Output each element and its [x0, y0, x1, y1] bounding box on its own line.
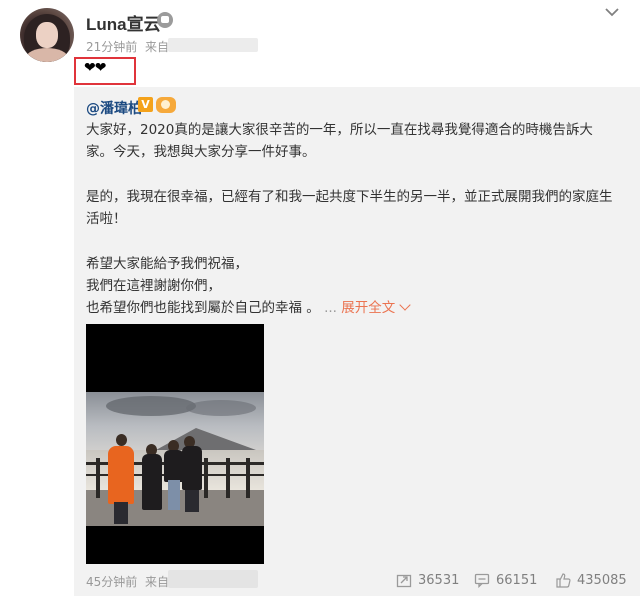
- comment-count: 66151: [496, 572, 538, 588]
- repost-line-3c: 也希望你們也能找到屬於自己的幸福 。: [86, 300, 320, 316]
- forward-button[interactable]: 36531: [396, 571, 459, 589]
- avatar[interactable]: [20, 8, 74, 62]
- repost-paragraph-1: 大家好，2020真的是讓大家很辛苦的一年，所以一直在找尋我覺得適合的時機告訴大家…: [86, 122, 593, 160]
- photo-post: [246, 458, 250, 498]
- ellipsis: ...: [324, 300, 337, 316]
- photo-post: [226, 458, 230, 498]
- photo-person-dark: [164, 450, 184, 482]
- photo-person-legs: [185, 490, 199, 512]
- expand-label[interactable]: 展开全文: [341, 300, 395, 316]
- post-source-redacted: [168, 38, 258, 52]
- repost-line-3b: 我們在這裡謝謝你們，: [86, 278, 221, 294]
- photo-post: [204, 458, 208, 498]
- expand-full-text-link[interactable]: 展开全文: [341, 299, 411, 316]
- post-source-label: 来自: [145, 40, 170, 54]
- chevron-down-icon[interactable]: [399, 299, 411, 311]
- comment-button[interactable]: 66151: [474, 571, 537, 589]
- avatar-face: [36, 22, 58, 48]
- chevron-down-icon[interactable]: [604, 4, 620, 20]
- avatar-shoulder: [26, 48, 68, 62]
- post-content: ❤❤: [84, 60, 106, 76]
- photo-person-legs: [114, 502, 128, 524]
- photo-cloud: [106, 396, 196, 416]
- repost-line-3c-wrap: 也希望你們也能找到屬於自己的幸福 。 ... 展开全文: [86, 297, 616, 319]
- photo-person-orange: [108, 446, 134, 504]
- post-photo[interactable]: [86, 324, 264, 564]
- forward-count: 36531: [418, 572, 460, 588]
- repost-paragraph-3: 希望大家能給予我們祝福， 我們在這裡謝謝你們， 也希望你們也能找到屬於自己的幸福…: [86, 253, 616, 319]
- repost-source-redacted: [168, 570, 258, 588]
- vip-icon: [157, 12, 173, 28]
- photo-person-dark: [182, 446, 202, 490]
- crown-icon: [156, 97, 176, 113]
- forward-icon: [396, 574, 412, 588]
- like-button[interactable]: 435085: [555, 571, 627, 589]
- comment-icon: [474, 573, 490, 588]
- photo-post: [96, 458, 100, 498]
- verified-badge: V: [138, 97, 153, 112]
- mention-link[interactable]: @潘瑋柏: [86, 98, 142, 118]
- like-icon: [556, 573, 571, 588]
- username[interactable]: Luna宣云: [86, 10, 161, 35]
- repost-line-3a: 希望大家能給予我們祝福，: [86, 256, 248, 272]
- photo-person-head: [116, 434, 127, 446]
- photo-cloud: [186, 400, 256, 416]
- post-time[interactable]: 21分钟前: [86, 38, 137, 55]
- photo-person-dark: [142, 454, 162, 510]
- repost-time[interactable]: 45分钟前: [86, 573, 137, 590]
- like-count: 435085: [577, 572, 627, 588]
- photo-person-jeans: [168, 480, 180, 510]
- repost-paragraph-2: 是的，我現在很幸福，已經有了和我一起共度下半生的另一半，並正式展開我們的家庭生活…: [86, 189, 613, 227]
- repost-source-label: 来自: [145, 575, 170, 589]
